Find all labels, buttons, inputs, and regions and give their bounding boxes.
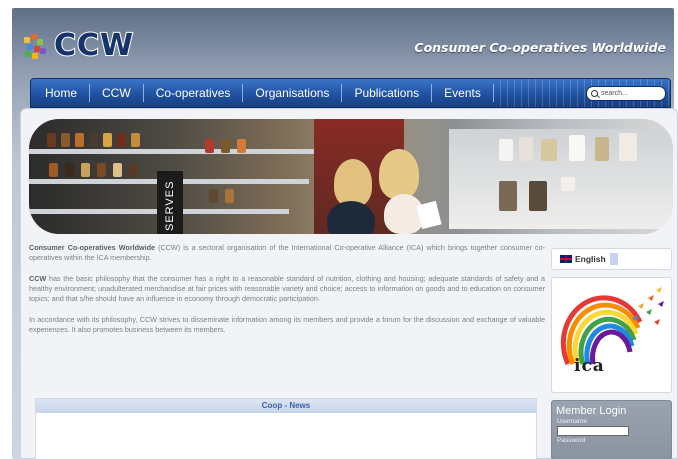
login-title: Member Login (556, 405, 627, 417)
philosophy-paragraph: CCW has the basic philosophy that the co… (29, 274, 545, 303)
ica-logo-link[interactable]: ica (551, 277, 672, 393)
content-panel: SERVES Consumer Co-operatives Worldwide … (20, 108, 678, 459)
language-label: English (575, 254, 606, 264)
search-icon (591, 90, 598, 97)
nav-organisations[interactable]: Organisations (243, 84, 343, 102)
shopper (379, 149, 419, 199)
username-input[interactable] (557, 426, 629, 436)
intro-text: Consumer Co-operatives Worldwide (CCW) i… (29, 243, 545, 346)
search-placeholder: search... (601, 90, 628, 97)
main-navigation: Home CCW Co-operatives Organisations Pub… (30, 78, 671, 108)
ccw-logo-icon (22, 33, 48, 59)
nav-events[interactable]: Events (432, 84, 494, 102)
site-tagline: Consumer Co-operatives Worldwide (414, 40, 666, 55)
shopper (327, 201, 375, 234)
mission-paragraph: In accordance with its philosophy, CCW s… (29, 315, 545, 334)
intro-paragraph: Consumer Co-operatives Worldwide (CCW) i… (29, 243, 545, 262)
nav-co-operatives[interactable]: Co-operatives (144, 84, 244, 102)
logo-text: CCW (53, 27, 135, 64)
coop-news-box: Coop - News (35, 398, 537, 459)
site-logo[interactable]: CCW (22, 27, 135, 64)
password-label: Password (557, 437, 586, 444)
nav-home[interactable]: Home (31, 84, 91, 102)
shelf (29, 149, 329, 154)
ica-logo-text: ica (574, 356, 605, 376)
banner-sign: SERVES (157, 171, 183, 234)
search-input[interactable]: search... (586, 86, 666, 101)
member-login-box: Member Login Username Password (551, 400, 672, 459)
shopping-list (416, 200, 442, 230)
language-dropdown-icon (609, 253, 618, 265)
language-selector[interactable]: English (551, 248, 672, 270)
uk-flag-icon (560, 255, 572, 263)
news-title: Coop - News (36, 399, 536, 413)
username-label: Username (557, 418, 587, 425)
shopper (334, 159, 372, 207)
ica-rainbow-icon (560, 287, 664, 366)
nav-ccw[interactable]: CCW (90, 84, 144, 102)
nav-publications[interactable]: Publications (342, 84, 433, 102)
banner-image: SERVES (29, 119, 673, 234)
